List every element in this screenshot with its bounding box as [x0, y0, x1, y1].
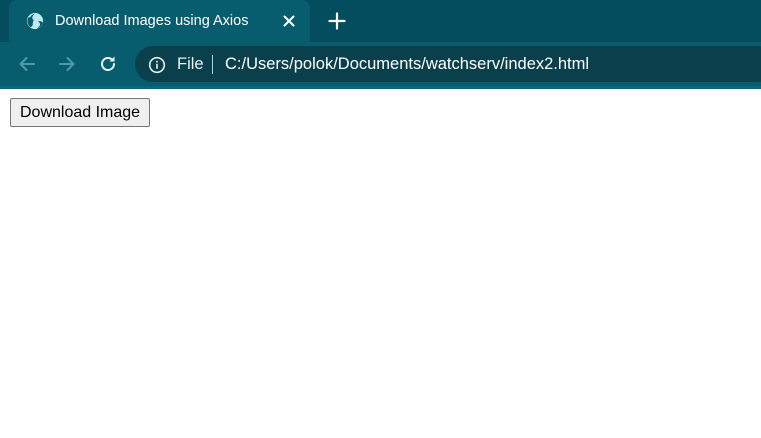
browser-window: Download Images using Axios File C:/User…: [0, 0, 761, 438]
reload-icon[interactable]: [97, 53, 119, 75]
download-image-button[interactable]: Download Image: [10, 98, 151, 127]
omnibox-divider: [212, 55, 213, 74]
arrow-left-icon[interactable]: [16, 53, 38, 75]
tab-strip: Download Images using Axios: [0, 0, 761, 42]
scheme-label: File: [177, 55, 204, 73]
globe-icon: [26, 12, 44, 30]
toolbar: File C:/Users/polok/Documents/watchserv/…: [0, 42, 761, 86]
arrow-right-icon[interactable]: [56, 53, 78, 75]
info-icon[interactable]: [148, 56, 166, 74]
close-icon[interactable]: [280, 12, 298, 30]
tab-active[interactable]: Download Images using Axios: [9, 0, 310, 42]
tab-title: Download Images using Axios: [55, 13, 249, 29]
url-text[interactable]: C:/Users/polok/Documents/watchserv/index…: [225, 55, 589, 74]
address-bar[interactable]: File C:/Users/polok/Documents/watchserv/…: [135, 46, 761, 82]
page-content: Download Image: [0, 89, 761, 438]
plus-icon[interactable]: [326, 10, 348, 32]
